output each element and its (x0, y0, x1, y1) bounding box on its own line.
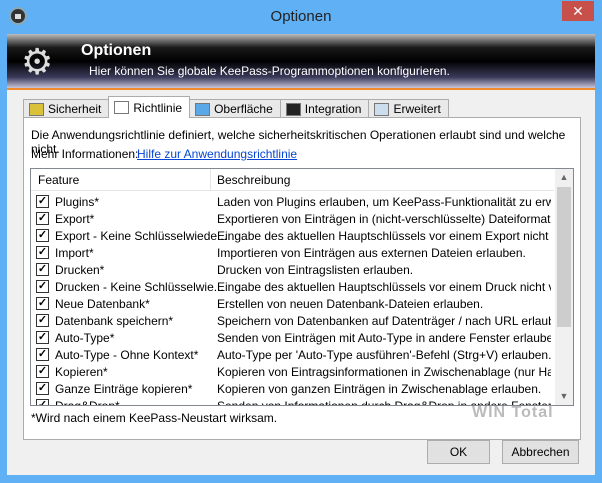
list-item[interactable]: ✓ Import* Importieren von Einträgen aus ex… (31, 244, 554, 261)
scroll-up-icon[interactable]: ▲ (555, 169, 573, 186)
banner-title: Optionen (81, 42, 152, 59)
feature-name: Auto-Type* (55, 331, 115, 345)
window-title: Optionen (270, 8, 332, 25)
list-icon (114, 101, 130, 114)
policy-list[interactable]: Feature Beschreibung ✓ Plugins* Laden von … (30, 168, 574, 406)
ok-button[interactable]: OK (427, 440, 490, 464)
tab-strip: Sicherheit Richtlinie Oberfläche Integratio… (23, 96, 449, 118)
list-item[interactable]: ✓ Drucken - Keine Schlüsselwie... Eingabe … (31, 278, 554, 295)
tab-sicherheit[interactable]: Sicherheit (23, 99, 110, 118)
tab-erweitert[interactable]: Erweitert (368, 99, 449, 118)
feature-checkbox[interactable]: ✓ (36, 297, 49, 310)
feature-checkbox[interactable]: ✓ (36, 399, 49, 405)
feature-name: Drucken* (55, 263, 105, 277)
key-icon (29, 102, 44, 116)
feature-checkbox[interactable]: ✓ (36, 212, 49, 225)
feature-checkbox[interactable]: ✓ (36, 246, 49, 259)
list-item[interactable]: ✓ Auto-Type - Ohne Kontext* Auto-Type per … (31, 346, 554, 363)
window-icon (195, 102, 211, 116)
feature-name: Drucken - Keine Schlüsselwie... (55, 280, 224, 294)
tab-label: Erweitert (393, 102, 441, 116)
console-icon (285, 102, 301, 116)
feature-name: Auto-Type - Ohne Kontext* (55, 348, 199, 362)
feature-checkbox[interactable]: ✓ (36, 195, 49, 208)
tab-label: Integration (304, 102, 362, 116)
close-button[interactable]: ✕ (562, 1, 594, 21)
tab-label: Richtlinie (133, 100, 183, 115)
feature-description: Eingabe des aktuellen Hauptschlüssels vo… (217, 229, 551, 243)
list-item[interactable]: ✓ Plugins* Laden von Plugins erlauben, um … (31, 193, 554, 210)
restart-note: *Wird nach einem KeePass-Neustart wirksa… (31, 411, 278, 425)
list-item[interactable]: ✓ Kopieren* Kopieren von Eintragsinformati… (31, 363, 554, 380)
header-banner: ⚙ Optionen Hier können Sie globale KeePa… (7, 34, 595, 90)
list-item[interactable]: ✓ Export - Keine Schlüsselwiede... Eingabe… (31, 227, 554, 244)
feature-name: Neue Datenbank* (55, 297, 150, 311)
tab-oberflaeche[interactable]: Oberfläche (189, 99, 281, 118)
list-item[interactable]: ✓ Datenbank speichern* Speichern von Daten… (31, 312, 554, 329)
feature-checkbox[interactable]: ✓ (36, 382, 49, 395)
list-header: Feature Beschreibung (31, 169, 554, 191)
gears-icon: ⚙ (21, 41, 54, 82)
feature-name: Ganze Einträge kopieren* (55, 382, 193, 396)
feature-description: Speichern von Datenbanken auf Datenträge… (217, 314, 551, 328)
feature-checkbox[interactable]: ✓ (36, 280, 49, 293)
tab-integration[interactable]: Integration (279, 99, 370, 118)
feature-name: Drag&Drop* (55, 399, 120, 406)
feature-name: Export - Keine Schlüsselwiede... (55, 229, 228, 243)
tab-label: Oberfläche (214, 102, 273, 116)
feature-description: Erstellen von neuen Datenbank-Dateien er… (217, 297, 484, 311)
feature-name: Import* (55, 246, 94, 260)
dialog-client: ⚙ Optionen Hier können Sie globale KeePa… (7, 34, 595, 475)
feature-checkbox[interactable]: ✓ (36, 365, 49, 378)
tab-panel-richtlinie: Die Anwendungsrichtlinie definiert, welc… (23, 117, 581, 440)
cancel-button[interactable]: Abbrechen (502, 440, 579, 464)
column-divider[interactable] (210, 169, 211, 191)
scrollbar-thumb[interactable] (557, 187, 571, 327)
feature-description: Exportieren von Einträgen in (nicht-vers… (217, 212, 551, 226)
tab-richtlinie[interactable]: Richtlinie (108, 96, 191, 118)
list-item[interactable]: ✓ Auto-Type* Senden von Einträgen mit Auto… (31, 329, 554, 346)
feature-description: Eingabe des aktuellen Hauptschlüssels vo… (217, 280, 551, 294)
checklist-icon (374, 102, 390, 116)
feature-name: Plugins* (55, 195, 100, 209)
list-item[interactable]: ✓ Ganze Einträge kopieren* Kopieren von ga… (31, 380, 554, 397)
tab-label: Sicherheit (48, 102, 102, 116)
feature-description: Auto-Type per 'Auto-Type ausführen'-Befe… (217, 348, 551, 362)
feature-description: Drucken von Eintragslisten erlauben. (217, 263, 414, 277)
column-beschreibung[interactable]: Beschreibung (217, 173, 290, 187)
title-bar: Optionen ✕ (0, 0, 602, 34)
feature-description: Kopieren von Eintragsinformationen in Zw… (217, 365, 551, 379)
feature-description: Importieren von Einträgen aus externen D… (217, 246, 526, 260)
policy-help-link[interactable]: Hilfe zur Anwendungsrichtlinie (137, 147, 297, 161)
feature-description: Kopieren von ganzen Einträgen in Zwische… (217, 382, 542, 396)
vertical-scrollbar[interactable]: ▲ ▼ (555, 169, 573, 405)
feature-description: Senden von Einträgen mit Auto-Type in an… (217, 331, 551, 345)
list-item[interactable]: ✓ Export* Exportieren von Einträgen in (ni… (31, 210, 554, 227)
list-item[interactable]: ✓ Drucken* Drucken von Eintragslisten erla… (31, 261, 554, 278)
more-info-label: Mehr Informationen: (31, 147, 139, 161)
feature-checkbox[interactable]: ✓ (36, 331, 49, 344)
scroll-down-icon[interactable]: ▼ (555, 388, 573, 405)
feature-checkbox[interactable]: ✓ (36, 263, 49, 276)
wintotal-watermark: WIN Total (472, 404, 554, 421)
feature-checkbox[interactable]: ✓ (36, 314, 49, 327)
feature-name: Export* (55, 212, 95, 226)
banner-subtitle: Hier können Sie globale KeePass-Programm… (89, 64, 450, 78)
feature-name: Kopieren* (55, 365, 108, 379)
column-feature[interactable]: Feature (38, 173, 79, 187)
feature-description: Laden von Plugins erlauben, um KeePass-F… (217, 195, 551, 209)
feature-name: Datenbank speichern* (55, 314, 174, 328)
feature-checkbox[interactable]: ✓ (36, 348, 49, 361)
list-item[interactable]: ✓ Neue Datenbank* Erstellen von neuen Date… (31, 295, 554, 312)
feature-checkbox[interactable]: ✓ (36, 229, 49, 242)
